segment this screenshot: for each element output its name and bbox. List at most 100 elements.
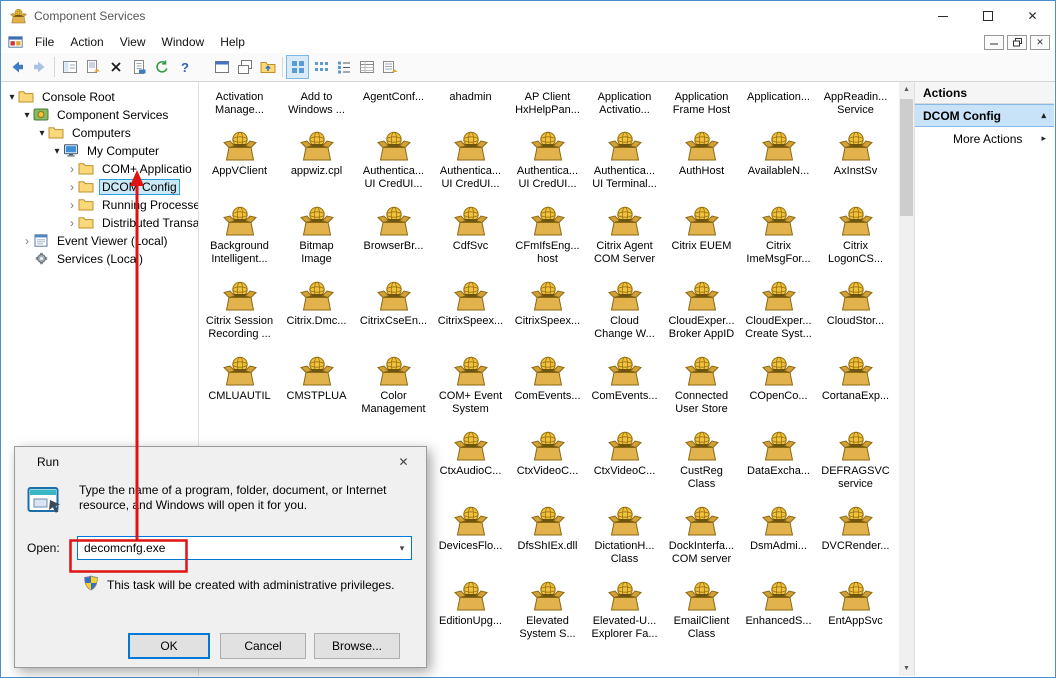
scroll-up-icon[interactable]: ▲ (899, 82, 914, 97)
dcom-item[interactable]: Authentica... UI CredUI... (355, 124, 432, 199)
properties-icon[interactable] (127, 55, 150, 79)
dcom-item[interactable]: ComEvents... (586, 349, 663, 424)
dcom-item[interactable]: AvailableN... (740, 124, 817, 199)
minimize-button[interactable] (920, 1, 965, 31)
menu-action[interactable]: Action (62, 33, 111, 51)
dcom-item[interactable]: CloudExper... Create Syst... (740, 274, 817, 349)
tree-chevron-icon[interactable]: ▾ (21, 110, 33, 121)
dcom-item[interactable]: Application... (740, 90, 817, 124)
dcom-item[interactable]: CtxVideoC... (509, 424, 586, 499)
dcom-item[interactable]: Application Activatio... (586, 90, 663, 124)
back-icon[interactable] (5, 55, 28, 79)
actions-more-actions[interactable]: More Actions ▸ (915, 127, 1054, 150)
vertical-scrollbar[interactable]: ▲ ▼ (899, 82, 914, 676)
tree-chevron-icon[interactable]: › (21, 234, 33, 248)
dcom-item[interactable]: ComEvents... (509, 349, 586, 424)
dcom-item[interactable]: DevicesFlo... (432, 499, 509, 574)
tree-item-my-computer[interactable]: ▾My Computer (2, 142, 198, 160)
maximize-button[interactable] (965, 1, 1010, 31)
tree-item-computers[interactable]: ▾Computers (2, 124, 198, 142)
dcom-item[interactable]: DockInterfa... COM server (663, 499, 740, 574)
menu-help[interactable]: Help (212, 33, 253, 51)
dcom-item[interactable]: CitrixCseEn... (355, 274, 432, 349)
refresh-icon[interactable] (150, 55, 173, 79)
export-list-alt-icon[interactable] (378, 55, 401, 79)
dcom-item[interactable]: CortanaExp... (817, 349, 894, 424)
open-combobox[interactable]: decomcnfg.exe ▾ (77, 536, 412, 560)
dcom-item[interactable]: DfsShIEx.dll (509, 499, 586, 574)
menu-view[interactable]: View (112, 33, 154, 51)
dcom-item[interactable]: Color Management (355, 349, 432, 424)
dcom-item[interactable]: CitrixSpeex... (509, 274, 586, 349)
tree-item-component-services[interactable]: ▾Component Services (2, 106, 198, 124)
dcom-item[interactable]: Citrix ImeMsgFor... (740, 199, 817, 274)
dcom-item[interactable]: Elevated-U... Explorer Fa... (586, 574, 663, 649)
show-hide-tree-icon[interactable] (58, 55, 81, 79)
small-icons-view-icon[interactable] (309, 55, 332, 79)
tree-chevron-icon[interactable]: ▾ (36, 128, 48, 139)
tree-chevron-icon[interactable]: › (66, 180, 78, 194)
dcom-item[interactable]: CdfSvc (432, 199, 509, 274)
new-window-icon[interactable] (210, 55, 233, 79)
dcom-item[interactable]: CMSTPLUA (278, 349, 355, 424)
dcom-item[interactable]: Citrix Session Recording ... (201, 274, 278, 349)
dcom-item[interactable]: CtxAudioC... (432, 424, 509, 499)
dcom-item[interactable]: AxInstSv (817, 124, 894, 199)
dcom-item[interactable]: Citrix.Dmc... (278, 274, 355, 349)
actions-dcom-config-group[interactable]: DCOM Config ▴ (915, 104, 1054, 127)
details-view-icon[interactable] (355, 55, 378, 79)
tree-chevron-icon[interactable]: ▾ (51, 146, 63, 157)
dcom-item[interactable]: AppReadin... Service (817, 90, 894, 124)
tree-item-event-viewer-local[interactable]: ›Event Viewer (Local) (2, 232, 198, 250)
dcom-item[interactable]: Authentica... UI Terminal... (586, 124, 663, 199)
dcom-item[interactable]: Application Frame Host (663, 90, 740, 124)
tree-item-dcom-config[interactable]: ›DCOM Config (2, 178, 198, 196)
scrollbar-thumb[interactable] (900, 99, 913, 216)
dcom-item[interactable]: Elevated System S... (509, 574, 586, 649)
tree-item-running-processe[interactable]: ›Running Processe (2, 196, 198, 214)
dcom-item[interactable]: appwiz.cpl (278, 124, 355, 199)
tree-chevron-icon[interactable]: › (66, 162, 78, 176)
tree-chevron-icon[interactable]: ▾ (6, 92, 18, 103)
dcom-item[interactable]: CtxVideoC... (586, 424, 663, 499)
tree-chevron-icon[interactable]: › (66, 216, 78, 230)
tree-item-distributed-transa[interactable]: ›Distributed Transa (2, 214, 198, 232)
restore-window-icon[interactable] (233, 55, 256, 79)
dcom-item[interactable]: CustReg Class (663, 424, 740, 499)
tree-item-console-root[interactable]: ▾Console Root (2, 88, 198, 106)
combo-dropdown-icon[interactable]: ▾ (393, 543, 411, 554)
export-list-icon[interactable] (81, 55, 104, 79)
ok-button[interactable]: OK (128, 633, 210, 659)
large-icons-view-icon[interactable] (286, 55, 309, 79)
dcom-item[interactable]: EditionUpg... (432, 574, 509, 649)
child-restore-button[interactable] (1007, 35, 1027, 50)
dcom-item[interactable]: AgentConf... (355, 90, 432, 124)
tree-item-com-applicatio[interactable]: ›COM+ Applicatio (2, 160, 198, 178)
forward-icon[interactable] (28, 55, 51, 79)
dcom-item[interactable]: EnhancedS... (740, 574, 817, 649)
close-button[interactable]: ✕ (1010, 1, 1055, 31)
dcom-item[interactable]: DictationH... Class (586, 499, 663, 574)
dcom-item[interactable]: CloudStor... (817, 274, 894, 349)
dcom-item[interactable]: DEFRAGSVC service (817, 424, 894, 499)
child-close-button[interactable]: ✕ (1030, 35, 1050, 50)
dcom-item[interactable]: AppVClient (201, 124, 278, 199)
dcom-item[interactable]: CFmIfsEng... host (509, 199, 586, 274)
dcom-item[interactable]: CitrixSpeex... (432, 274, 509, 349)
menu-file[interactable]: File (27, 33, 62, 51)
cancel-button[interactable]: Cancel (220, 633, 306, 659)
scroll-down-icon[interactable]: ▼ (899, 661, 914, 676)
dcom-item[interactable]: Bitmap Image (278, 199, 355, 274)
dcom-item[interactable]: COM+ Event System (432, 349, 509, 424)
dcom-item[interactable]: DsmAdmi... (740, 499, 817, 574)
dcom-item[interactable]: Citrix LogonCS... (817, 199, 894, 274)
dcom-item[interactable]: EmailClient Class (663, 574, 740, 649)
dcom-item[interactable]: CloudExper... Broker AppID (663, 274, 740, 349)
dcom-item[interactable]: DVCRender... (817, 499, 894, 574)
up-level-icon[interactable] (256, 55, 279, 79)
child-minimize-button[interactable] (984, 35, 1004, 50)
dcom-item[interactable]: EntAppSvc (817, 574, 894, 649)
dcom-item[interactable]: Authentica... UI CredUI... (432, 124, 509, 199)
dcom-item[interactable]: Background Intelligent... (201, 199, 278, 274)
dcom-item[interactable]: Add to Windows ... (278, 90, 355, 124)
